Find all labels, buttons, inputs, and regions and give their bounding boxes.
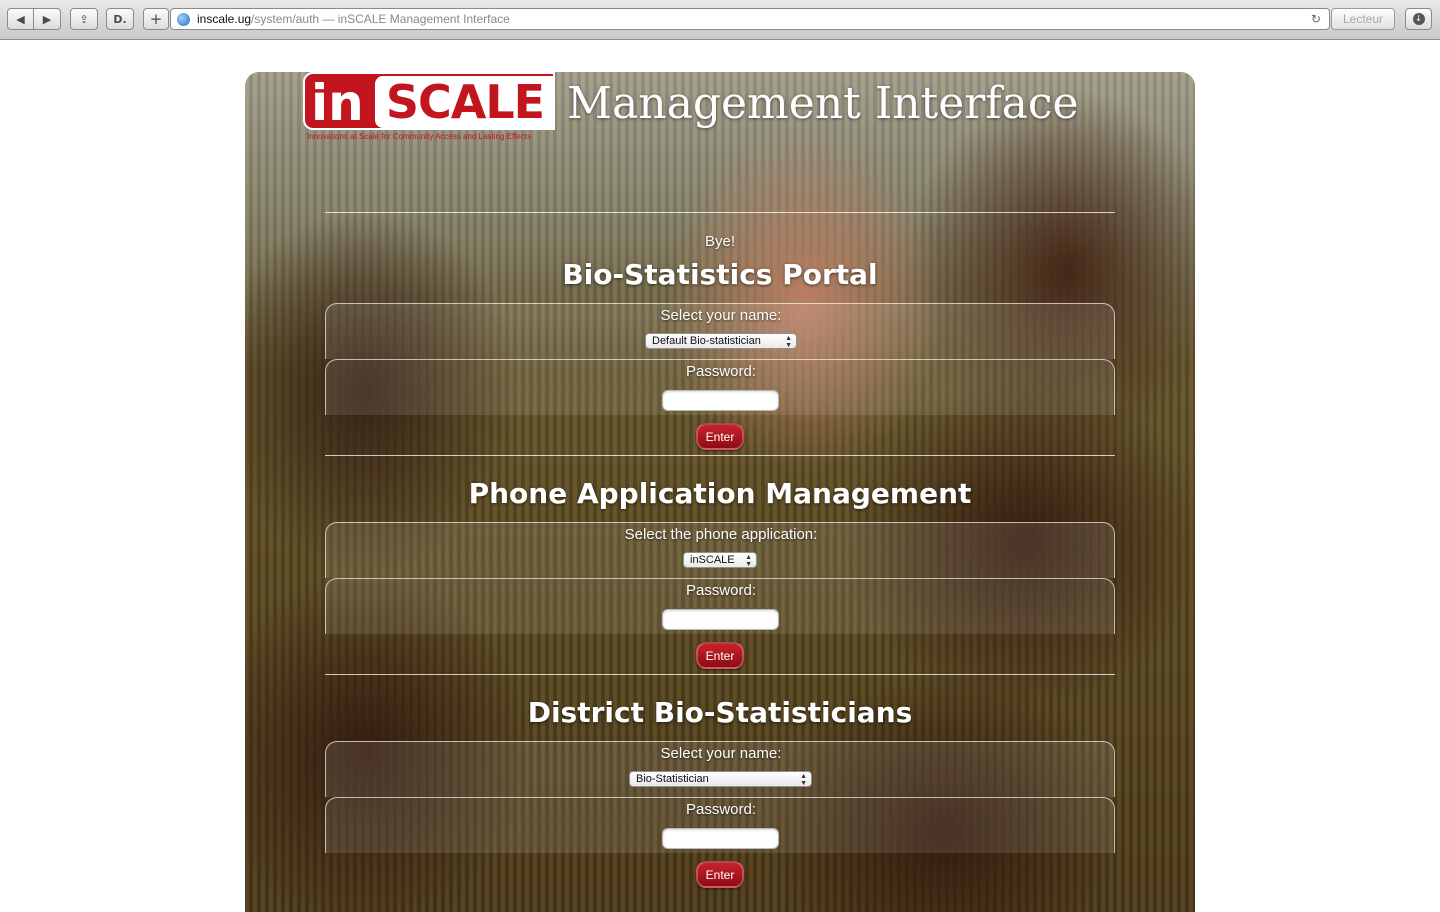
section-title-district-biostat: District Bio-Statisticians: [527, 696, 913, 729]
logo-scale-text: SCALE: [375, 76, 555, 128]
browser-toolbar: ◀ ▶ ⇪ D. + inscale.ug /system/auth — inS…: [0, 0, 1440, 40]
readability-button[interactable]: D.: [106, 8, 134, 30]
phone-app-select[interactable]: inSCALE ▲ ▼: [683, 552, 757, 568]
password-label: Password:: [685, 801, 757, 818]
district-name-field: Select your name: Bio-Statistician ▲ ▼: [325, 741, 1115, 797]
forward-icon: ▶: [42, 12, 52, 26]
phone-app-field: Select the phone application: inSCALE ▲ ▼: [325, 522, 1115, 578]
biostat-name-select[interactable]: Default Bio-statistician ▲ ▼: [645, 333, 797, 349]
divider: [325, 674, 1115, 675]
url-path: /system/auth — inSCALE Management Interf…: [251, 12, 510, 26]
logo-badge: in SCALE: [303, 72, 555, 132]
password-label: Password:: [685, 582, 757, 599]
globe-icon: [177, 12, 190, 26]
logo-tagline: Innovations at Scale for Community Acces…: [307, 132, 531, 141]
section-title-biostat-portal: Bio-Statistics Portal: [562, 258, 878, 291]
back-icon: ◀: [16, 12, 25, 26]
downloads-button[interactable]: ↓: [1405, 8, 1432, 30]
status-message: Bye!: [704, 233, 735, 250]
section-title-phone-app: Phone Application Management: [468, 477, 972, 510]
phone-app-password-field: Password:: [325, 578, 1115, 634]
divider: [325, 455, 1115, 456]
url-host: inscale.ug: [197, 12, 252, 26]
share-button[interactable]: ⇪: [70, 8, 98, 30]
address-bar[interactable]: inscale.ug /system/auth — inSCALE Manage…: [170, 8, 1330, 30]
biostat-enter-button[interactable]: Enter: [696, 423, 744, 450]
select-name-label: Select your name:: [660, 745, 782, 762]
page-title: Management Interface: [567, 78, 1079, 129]
biostat-password-field: Password:: [325, 359, 1115, 415]
downloads-icon: ↓: [1412, 13, 1425, 25]
inscale-logo: in SCALE Innovations at Scale for Commun…: [303, 72, 555, 144]
reload-icon[interactable]: ↻: [1311, 12, 1321, 26]
forward-button[interactable]: ▶: [34, 8, 61, 30]
reader-button[interactable]: Lecteur: [1331, 8, 1395, 30]
logo-in-text: in: [311, 74, 364, 132]
divider: [325, 212, 1115, 213]
biostat-name-field: Select your name: Default Bio-statistici…: [325, 303, 1115, 359]
phone-app-password-input[interactable]: [662, 609, 779, 630]
phone-app-enter-button[interactable]: Enter: [696, 642, 744, 669]
share-icon: ⇪: [79, 12, 89, 26]
select-value: Bio-Statistician: [636, 773, 709, 785]
select-name-label: Select your name:: [660, 307, 782, 324]
select-value: inSCALE: [690, 554, 735, 566]
new-tab-button[interactable]: +: [143, 8, 169, 30]
biostat-password-input[interactable]: [662, 390, 779, 411]
select-arrows-icon: ▲ ▼: [800, 773, 807, 787]
back-button[interactable]: ◀: [7, 8, 34, 30]
district-password-field: Password:: [325, 797, 1115, 853]
readability-icon: D.: [113, 12, 127, 26]
select-arrows-icon: ▲ ▼: [745, 554, 752, 568]
select-value: Default Bio-statistician: [652, 335, 761, 347]
select-arrows-icon: ▲ ▼: [785, 335, 792, 349]
district-enter-button[interactable]: Enter: [696, 861, 744, 888]
select-app-label: Select the phone application:: [624, 526, 818, 543]
password-label: Password:: [685, 363, 757, 380]
district-password-input[interactable]: [662, 828, 779, 849]
page-panel: in SCALE Innovations at Scale for Commun…: [245, 72, 1195, 912]
new-tab-icon: +: [149, 10, 163, 28]
district-name-select[interactable]: Bio-Statistician ▲ ▼: [629, 771, 812, 787]
